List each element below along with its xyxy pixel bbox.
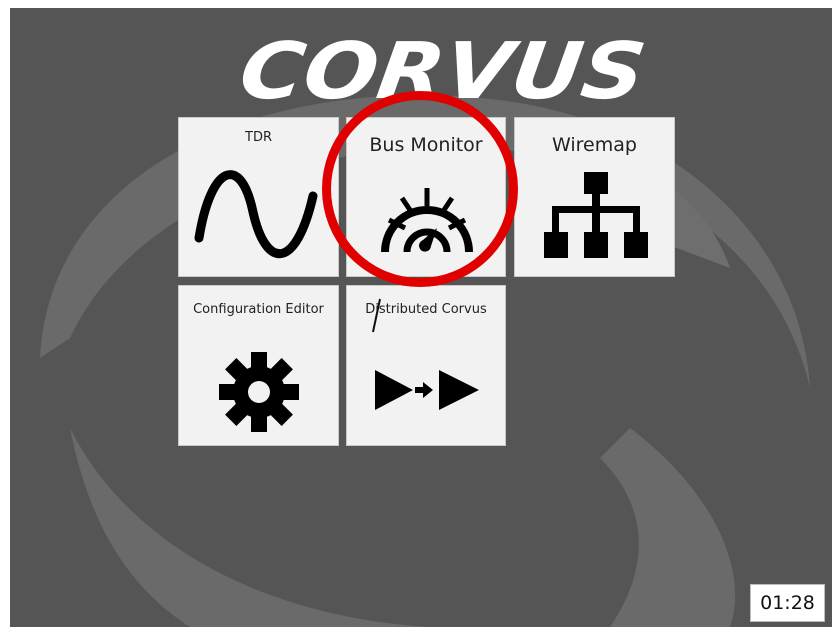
tile-wiremap[interactable]: Wiremap [514,117,675,277]
corvus-logo: CORVUS [235,34,645,109]
main-screen: CORVUS TDR Bus Monitor Wiremap Configura… [10,8,832,627]
tile-distributed-corvus-label: Distributed Corvus [365,302,487,317]
speedometer-icon [381,188,473,253]
tile-bus-monitor-label: Bus Monitor [369,134,483,156]
tile-wiremap-label: Wiremap [552,134,637,156]
sine-wave-icon [194,170,318,259]
svg-text:CORVUS: CORVUS [235,34,645,109]
tile-distributed-corvus[interactable]: Distributed Corvus [346,285,506,446]
tile-tdr[interactable]: TDR [178,117,339,277]
network-hierarchy-icon [544,172,648,258]
tile-configuration-editor[interactable]: Configuration Editor [178,285,339,446]
tile-tdr-label: TDR [245,130,272,145]
tile-configuration-editor-label: Configuration Editor [193,302,324,317]
tile-bus-monitor[interactable]: Bus Monitor [346,117,506,277]
session-timer: 01:28 [750,584,825,622]
gear-icon [219,352,299,432]
forward-arrows-icon [375,370,479,410]
